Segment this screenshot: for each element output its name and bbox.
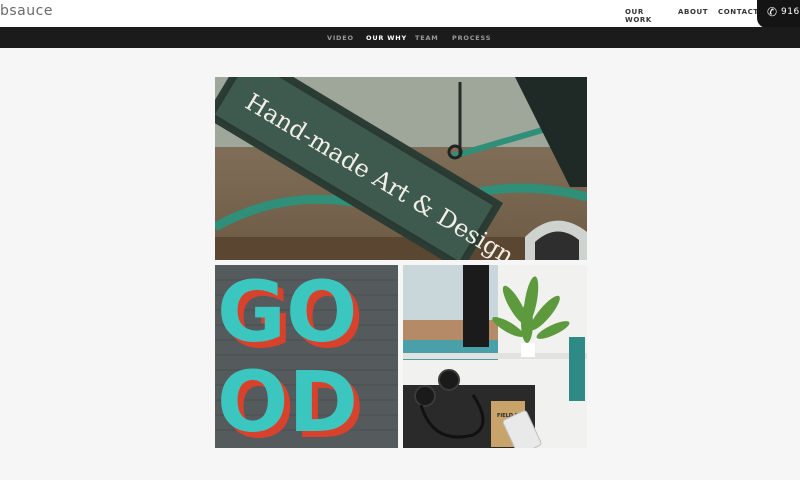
nav-about[interactable]: ABOUT — [678, 8, 708, 16]
desk-photo: FIELD NOTES — [403, 265, 587, 448]
subnav-video[interactable]: VIDEO — [327, 34, 354, 42]
subnav-process[interactable]: PROCESS — [452, 34, 491, 42]
phone-icon: ✆ — [767, 5, 778, 19]
phone-button[interactable]: ✆ 916 — [757, 0, 800, 28]
good-mural-photo: GO OD GO OD — [215, 265, 398, 448]
subnav-our-why[interactable]: OUR WHY — [366, 34, 407, 42]
subnav-team[interactable]: TEAM — [415, 34, 439, 42]
site-logo[interactable]: bsauce — [0, 3, 53, 19]
mural-text-top: GO — [217, 265, 357, 361]
nav-contact[interactable]: CONTACT — [718, 8, 759, 16]
phone-number: 916 — [781, 7, 800, 17]
site-header: bsauce OUR WORK ABOUT CONTACT ✆ 916 — [0, 0, 800, 28]
mural-text-bottom: OD — [217, 353, 358, 448]
sign-photo: Hand-made Art & Design — [215, 77, 587, 260]
nav-our-work[interactable]: OUR WORK — [625, 8, 652, 24]
section-nav: VIDEO OUR WHY TEAM PROCESS — [0, 27, 800, 48]
